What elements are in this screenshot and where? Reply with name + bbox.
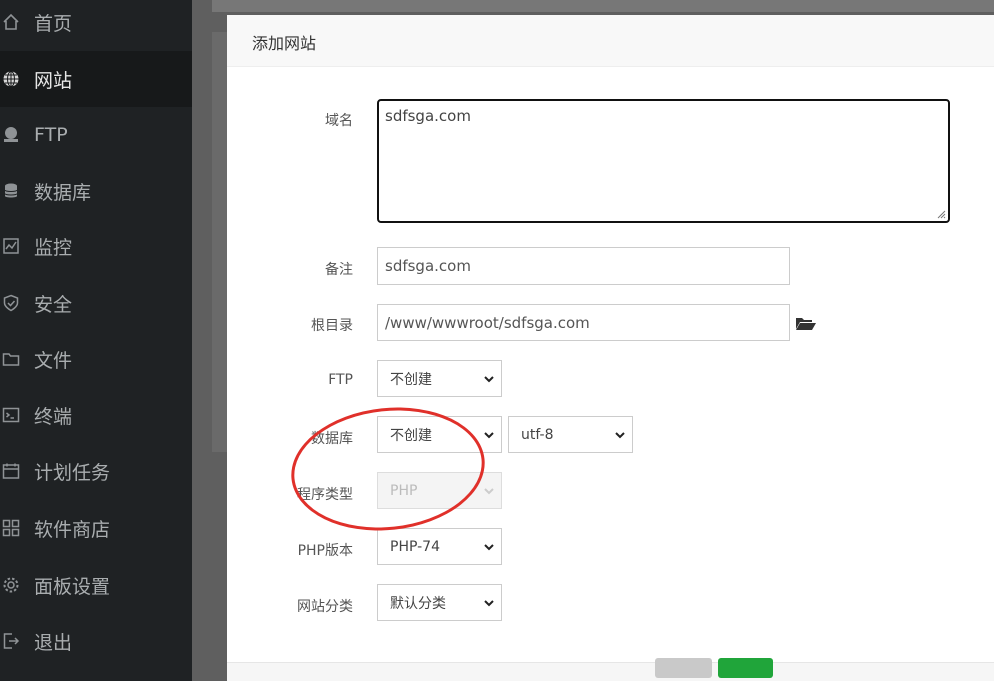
sidebar-item-store[interactable]: 软件商店: [0, 500, 192, 556]
php-version-label: PHP版本: [297, 543, 353, 559]
remark-value: sdfsga.com: [385, 257, 471, 275]
ftp-select[interactable]: 不创建: [377, 360, 502, 397]
sidebar-item-label: 软件商店: [34, 518, 111, 541]
logout-icon: [2, 632, 20, 650]
folder-icon: [2, 350, 20, 368]
sidebar-item-label: 面板设置: [34, 575, 111, 598]
sidebar-item-label: 退出: [34, 631, 73, 654]
dialog-header: 添加网站: [227, 15, 994, 67]
domain-textarea[interactable]: sdfsga.com: [377, 99, 950, 223]
sidebar-item-cron[interactable]: 计划任务: [0, 443, 192, 499]
monitor-icon: [2, 237, 20, 255]
page-card-top: [212, 0, 994, 12]
category-select[interactable]: 默认分类: [377, 584, 502, 621]
chevron-down-icon: [484, 376, 494, 383]
sidebar-item-label: 网站: [34, 69, 73, 92]
sidebar-item-home[interactable]: 首页: [0, 0, 192, 50]
root-dir-value: /www/wwwroot/sdfsga.com: [385, 313, 590, 332]
sidebar-item-label: FTP: [34, 124, 68, 146]
remark-label: 备注: [325, 262, 353, 278]
sidebar-item-website[interactable]: 网站: [0, 51, 192, 107]
dialog-title: 添加网站: [252, 34, 317, 53]
sidebar-item-terminal[interactable]: 终端: [0, 387, 192, 443]
resize-grip-icon[interactable]: [937, 210, 946, 219]
ftp-icon: [2, 126, 20, 144]
sidebar-item-security[interactable]: 安全: [0, 275, 192, 331]
sidebar-item-files[interactable]: 文件: [0, 331, 192, 387]
chevron-down-icon: [484, 488, 494, 495]
root-dir-input[interactable]: /www/wwwroot/sdfsga.com: [377, 304, 790, 341]
sidebar-item-label: 监控: [34, 236, 73, 259]
sidebar-item-label: 首页: [34, 12, 73, 35]
php-version-value: PHP-74: [390, 538, 440, 555]
domain-label: 域名: [325, 113, 353, 129]
ftp-label: FTP: [328, 372, 353, 388]
chevron-down-icon: [615, 432, 625, 439]
home-icon: [2, 13, 20, 31]
sidebar-item-label: 数据库: [34, 181, 92, 204]
sidebar: 首页 网站 FTP 数据库 监控 安全 文件 终端 计划任务 软件商店 面板设置…: [0, 0, 192, 681]
chevron-down-icon: [484, 432, 494, 439]
database-icon: [2, 182, 20, 200]
domain-text: sdfsga.com: [385, 107, 471, 125]
charset-select-value: utf-8: [521, 426, 554, 443]
sidebar-item-label: 安全: [34, 293, 73, 316]
sidebar-item-ftp[interactable]: FTP: [0, 107, 192, 163]
cancel-button[interactable]: [655, 658, 712, 678]
submit-button[interactable]: [718, 658, 773, 678]
dialog-footer: [227, 662, 994, 681]
chevron-down-icon: [484, 600, 494, 607]
category-value: 默认分类: [390, 595, 446, 612]
category-label: 网站分类: [297, 599, 353, 615]
sidebar-item-settings[interactable]: 面板设置: [0, 557, 192, 613]
globe-icon: [2, 70, 20, 88]
apps-icon: [2, 519, 20, 537]
ftp-select-value: 不创建: [390, 371, 432, 388]
charset-select[interactable]: utf-8: [508, 416, 633, 453]
sidebar-item-monitor[interactable]: 监控: [0, 218, 192, 274]
sidebar-item-label: 文件: [34, 349, 73, 372]
sidebar-item-label: 计划任务: [34, 461, 111, 484]
root-dir-label: 根目录: [311, 318, 353, 334]
remark-input[interactable]: sdfsga.com: [377, 247, 790, 285]
sidebar-item-label: 终端: [34, 405, 73, 428]
shield-icon: [2, 294, 20, 312]
sidebar-item-database[interactable]: 数据库: [0, 163, 192, 219]
chevron-down-icon: [484, 544, 494, 551]
terminal-icon: [2, 406, 20, 424]
gear-icon: [2, 576, 20, 594]
php-version-select[interactable]: PHP-74: [377, 528, 502, 565]
sidebar-item-logout[interactable]: 退出: [0, 613, 192, 669]
folder-open-icon[interactable]: [795, 313, 817, 333]
add-site-dialog: 添加网站 域名 sdfsga.com 备注 sdfsga.com 根目录 /ww…: [227, 15, 994, 681]
calendar-icon: [2, 462, 20, 480]
